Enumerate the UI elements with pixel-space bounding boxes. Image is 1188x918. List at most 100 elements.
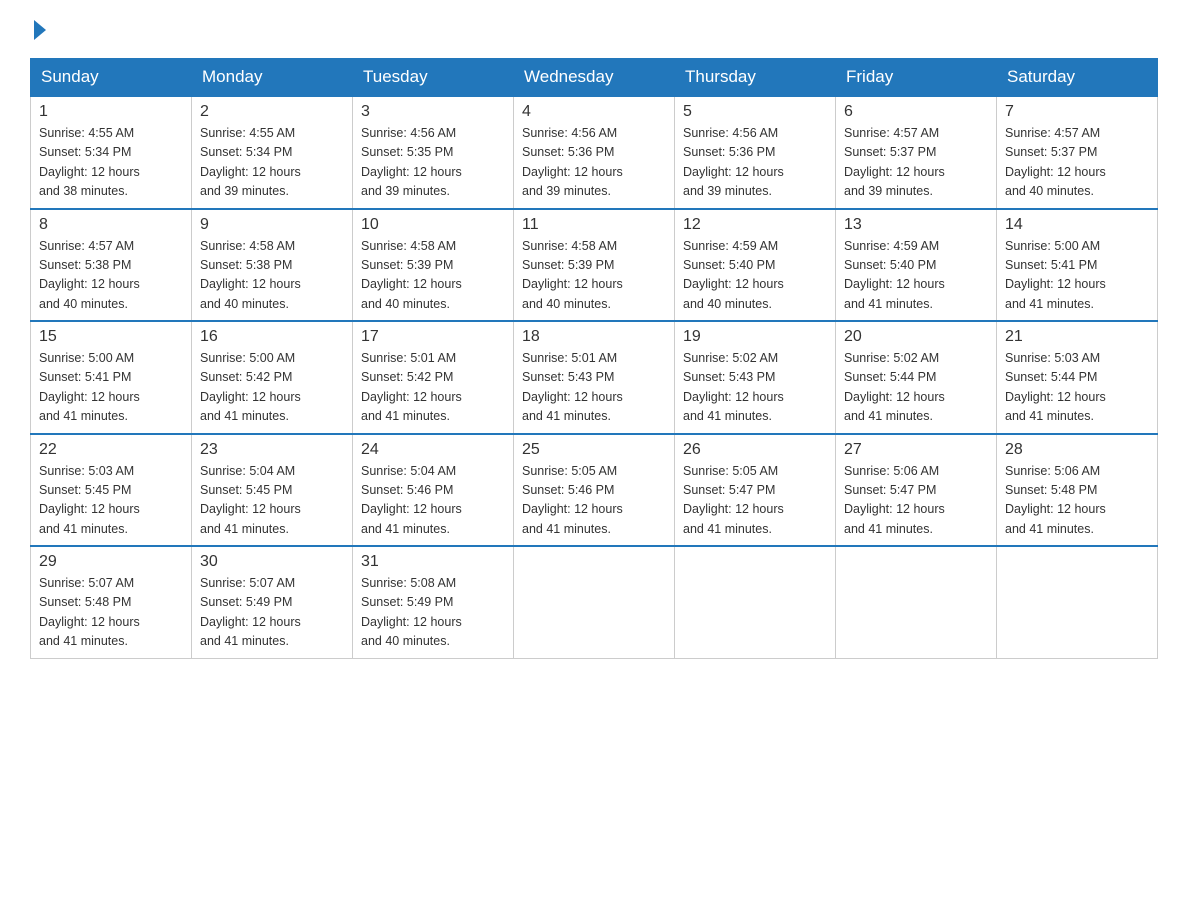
day-info: Sunrise: 4:58 AMSunset: 5:38 PMDaylight:… xyxy=(200,237,344,315)
header-wednesday: Wednesday xyxy=(514,59,675,97)
day-cell-2: 2 Sunrise: 4:55 AMSunset: 5:34 PMDaylight… xyxy=(192,96,353,209)
day-info: Sunrise: 5:06 AMSunset: 5:48 PMDaylight:… xyxy=(1005,462,1149,540)
day-number: 14 xyxy=(1005,216,1149,234)
day-info: Sunrise: 5:07 AMSunset: 5:48 PMDaylight:… xyxy=(39,574,183,652)
day-number: 22 xyxy=(39,441,183,459)
day-info: Sunrise: 4:57 AMSunset: 5:38 PMDaylight:… xyxy=(39,237,183,315)
page-header xyxy=(30,20,1158,40)
day-info: Sunrise: 4:58 AMSunset: 5:39 PMDaylight:… xyxy=(361,237,505,315)
day-info: Sunrise: 5:05 AMSunset: 5:46 PMDaylight:… xyxy=(522,462,666,540)
day-cell-20: 20 Sunrise: 5:02 AMSunset: 5:44 PMDayligh… xyxy=(836,321,997,434)
day-number: 3 xyxy=(361,103,505,121)
day-number: 24 xyxy=(361,441,505,459)
day-cell-21: 21Sunrise: 5:03 AMSunset: 5:44 PMDayligh… xyxy=(997,321,1158,434)
day-number: 11 xyxy=(522,216,666,234)
empty-cell xyxy=(836,546,997,658)
day-cell-17: 17 Sunrise: 5:01 AMSunset: 5:42 PMDayligh… xyxy=(353,321,514,434)
day-info: Sunrise: 4:55 AMSunset: 5:34 PMDaylight:… xyxy=(39,124,183,202)
day-number: 9 xyxy=(200,216,344,234)
day-cell-12: 12 Sunrise: 4:59 AMSunset: 5:40 PMDayligh… xyxy=(675,209,836,322)
day-cell-15: 15 Sunrise: 5:00 AMSunset: 5:41 PMDayligh… xyxy=(31,321,192,434)
day-cell-13: 13Sunrise: 4:59 AMSunset: 5:40 PMDayligh… xyxy=(836,209,997,322)
day-info: Sunrise: 4:55 AMSunset: 5:34 PMDaylight:… xyxy=(200,124,344,202)
day-info: Sunrise: 5:04 AMSunset: 5:46 PMDaylight:… xyxy=(361,462,505,540)
day-cell-18: 18 Sunrise: 5:01 AMSunset: 5:43 PMDayligh… xyxy=(514,321,675,434)
empty-cell xyxy=(675,546,836,658)
header-monday: Monday xyxy=(192,59,353,97)
day-cell-19: 19 Sunrise: 5:02 AMSunset: 5:43 PMDayligh… xyxy=(675,321,836,434)
header-sunday: Sunday xyxy=(31,59,192,97)
day-info: Sunrise: 4:56 AMSunset: 5:36 PMDaylight:… xyxy=(683,124,827,202)
day-number: 8 xyxy=(39,216,183,234)
logo-triangle-icon xyxy=(34,20,46,40)
day-number: 27 xyxy=(844,441,988,459)
day-cell-14: 14Sunrise: 5:00 AMSunset: 5:41 PMDayligh… xyxy=(997,209,1158,322)
day-info: Sunrise: 4:57 AMSunset: 5:37 PMDaylight:… xyxy=(1005,124,1149,202)
day-number: 10 xyxy=(361,216,505,234)
calendar-table: SundayMondayTuesdayWednesdayThursdayFrid… xyxy=(30,58,1158,659)
day-cell-3: 3 Sunrise: 4:56 AMSunset: 5:35 PMDaylight… xyxy=(353,96,514,209)
header-tuesday: Tuesday xyxy=(353,59,514,97)
logo-blue-text xyxy=(30,20,46,40)
week-row-1: 1 Sunrise: 4:55 AMSunset: 5:34 PMDaylight… xyxy=(31,96,1158,209)
day-number: 12 xyxy=(683,216,827,234)
day-cell-9: 9 Sunrise: 4:58 AMSunset: 5:38 PMDaylight… xyxy=(192,209,353,322)
day-number: 4 xyxy=(522,103,666,121)
day-info: Sunrise: 5:03 AMSunset: 5:44 PMDaylight:… xyxy=(1005,349,1149,427)
day-number: 18 xyxy=(522,328,666,346)
day-info: Sunrise: 5:02 AMSunset: 5:43 PMDaylight:… xyxy=(683,349,827,427)
day-number: 6 xyxy=(844,103,988,121)
day-number: 30 xyxy=(200,553,344,571)
day-info: Sunrise: 4:58 AMSunset: 5:39 PMDaylight:… xyxy=(522,237,666,315)
week-row-4: 22 Sunrise: 5:03 AMSunset: 5:45 PMDayligh… xyxy=(31,434,1158,547)
week-row-3: 15 Sunrise: 5:00 AMSunset: 5:41 PMDayligh… xyxy=(31,321,1158,434)
header-friday: Friday xyxy=(836,59,997,97)
day-number: 2 xyxy=(200,103,344,121)
calendar-header-row: SundayMondayTuesdayWednesdayThursdayFrid… xyxy=(31,59,1158,97)
day-info: Sunrise: 5:06 AMSunset: 5:47 PMDaylight:… xyxy=(844,462,988,540)
day-info: Sunrise: 5:02 AMSunset: 5:44 PMDaylight:… xyxy=(844,349,988,427)
empty-cell xyxy=(514,546,675,658)
header-saturday: Saturday xyxy=(997,59,1158,97)
day-info: Sunrise: 5:07 AMSunset: 5:49 PMDaylight:… xyxy=(200,574,344,652)
day-cell-4: 4 Sunrise: 4:56 AMSunset: 5:36 PMDaylight… xyxy=(514,96,675,209)
day-cell-5: 5 Sunrise: 4:56 AMSunset: 5:36 PMDaylight… xyxy=(675,96,836,209)
day-info: Sunrise: 5:03 AMSunset: 5:45 PMDaylight:… xyxy=(39,462,183,540)
day-cell-6: 6 Sunrise: 4:57 AMSunset: 5:37 PMDaylight… xyxy=(836,96,997,209)
day-number: 7 xyxy=(1005,103,1149,121)
day-cell-27: 27 Sunrise: 5:06 AMSunset: 5:47 PMDayligh… xyxy=(836,434,997,547)
day-info: Sunrise: 5:00 AMSunset: 5:42 PMDaylight:… xyxy=(200,349,344,427)
day-number: 23 xyxy=(200,441,344,459)
day-info: Sunrise: 4:56 AMSunset: 5:36 PMDaylight:… xyxy=(522,124,666,202)
day-info: Sunrise: 4:59 AMSunset: 5:40 PMDaylight:… xyxy=(683,237,827,315)
day-cell-26: 26Sunrise: 5:05 AMSunset: 5:47 PMDayligh… xyxy=(675,434,836,547)
day-cell-30: 30 Sunrise: 5:07 AMSunset: 5:49 PMDayligh… xyxy=(192,546,353,658)
logo xyxy=(30,20,46,40)
week-row-2: 8 Sunrise: 4:57 AMSunset: 5:38 PMDaylight… xyxy=(31,209,1158,322)
day-number: 31 xyxy=(361,553,505,571)
day-number: 5 xyxy=(683,103,827,121)
day-number: 20 xyxy=(844,328,988,346)
day-cell-31: 31Sunrise: 5:08 AMSunset: 5:49 PMDayligh… xyxy=(353,546,514,658)
day-cell-8: 8 Sunrise: 4:57 AMSunset: 5:38 PMDaylight… xyxy=(31,209,192,322)
day-info: Sunrise: 5:04 AMSunset: 5:45 PMDaylight:… xyxy=(200,462,344,540)
day-number: 28 xyxy=(1005,441,1149,459)
day-number: 26 xyxy=(683,441,827,459)
day-info: Sunrise: 4:57 AMSunset: 5:37 PMDaylight:… xyxy=(844,124,988,202)
day-cell-28: 28 Sunrise: 5:06 AMSunset: 5:48 PMDayligh… xyxy=(997,434,1158,547)
day-number: 13 xyxy=(844,216,988,234)
day-number: 16 xyxy=(200,328,344,346)
day-info: Sunrise: 5:00 AMSunset: 5:41 PMDaylight:… xyxy=(39,349,183,427)
week-row-5: 29 Sunrise: 5:07 AMSunset: 5:48 PMDayligh… xyxy=(31,546,1158,658)
day-number: 15 xyxy=(39,328,183,346)
empty-cell xyxy=(997,546,1158,658)
day-number: 29 xyxy=(39,553,183,571)
day-info: Sunrise: 4:56 AMSunset: 5:35 PMDaylight:… xyxy=(361,124,505,202)
day-info: Sunrise: 5:01 AMSunset: 5:42 PMDaylight:… xyxy=(361,349,505,427)
day-number: 19 xyxy=(683,328,827,346)
day-cell-11: 11 Sunrise: 4:58 AMSunset: 5:39 PMDayligh… xyxy=(514,209,675,322)
day-number: 1 xyxy=(39,103,183,121)
day-info: Sunrise: 5:01 AMSunset: 5:43 PMDaylight:… xyxy=(522,349,666,427)
day-cell-1: 1 Sunrise: 4:55 AMSunset: 5:34 PMDaylight… xyxy=(31,96,192,209)
day-number: 17 xyxy=(361,328,505,346)
